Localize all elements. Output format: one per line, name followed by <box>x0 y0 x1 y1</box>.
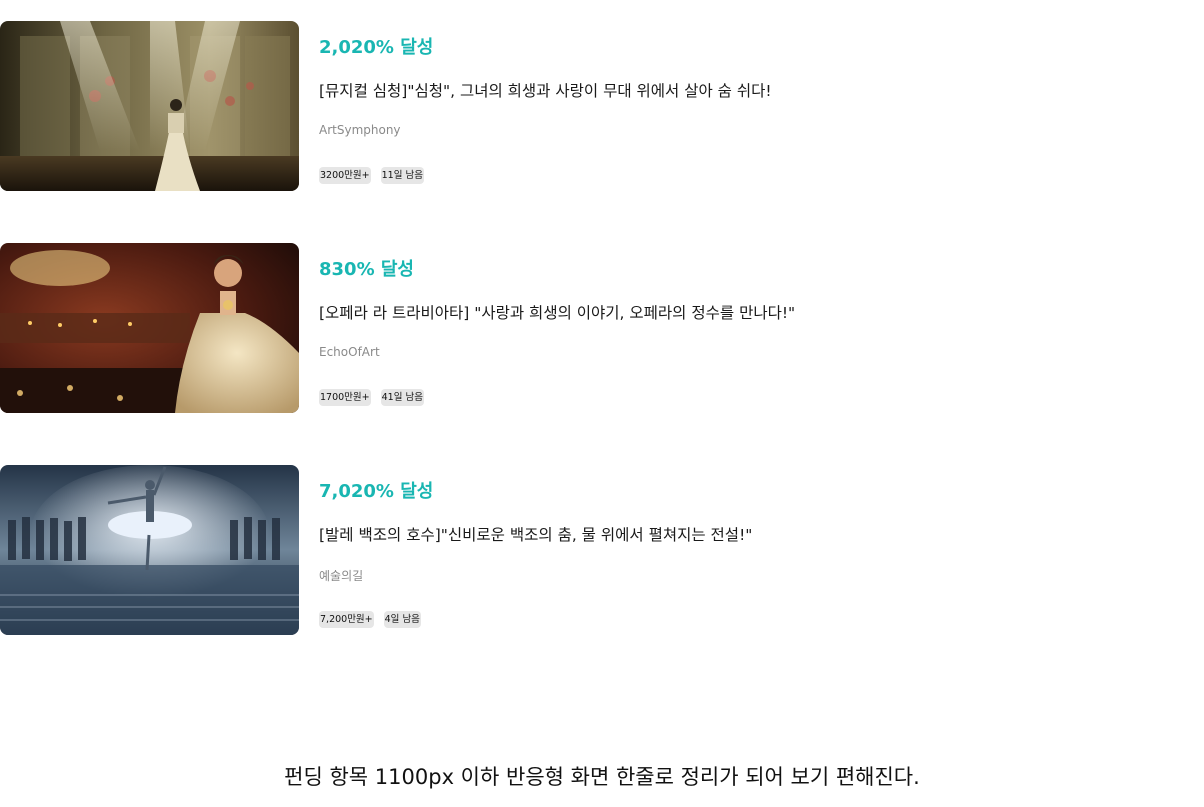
days-left-badge: 11일 남음 <box>380 167 424 184</box>
project-tags: 7,200만원+ 4일 남음 <box>319 611 421 629</box>
funding-card[interactable]: 830% 달성 [오페라 라 트라비아타] "사랑과 희생의 이야기, 오페라의… <box>0 243 1204 413</box>
musical-stage-image <box>0 21 299 191</box>
opera-stage-image <box>0 243 299 413</box>
achievement-rate: 7,020% 달성 <box>319 481 434 502</box>
project-title[interactable]: [뮤지컬 심청]"심청", 그녀의 희생과 사랑이 무대 위에서 살아 숨 쉬다… <box>319 79 772 101</box>
creator-name: EchoOfArt <box>319 345 380 359</box>
days-left-badge: 41일 남음 <box>380 389 424 406</box>
project-info: 2,020% 달성 [뮤지컬 심청]"심청", 그녀의 희생과 사랑이 무대 위… <box>319 21 1179 191</box>
project-thumbnail[interactable] <box>0 243 299 413</box>
days-left-badge: 4일 남음 <box>383 611 421 628</box>
page-caption: 펀딩 항목 1100px 이하 반응형 화면 한줄로 정리가 되어 보기 편해진… <box>284 765 920 789</box>
ballet-stage-image <box>0 465 299 635</box>
project-tags: 3200만원+ 11일 남음 <box>319 167 424 185</box>
project-title[interactable]: [발레 백조의 호수]"신비로운 백조의 춤, 물 위에서 펼쳐지는 전설!" <box>319 523 752 545</box>
amount-badge: 7,200만원+ <box>319 611 374 628</box>
achievement-rate: 2,020% 달성 <box>319 37 434 58</box>
project-tags: 1700만원+ 41일 남음 <box>319 389 424 407</box>
funding-card[interactable]: 2,020% 달성 [뮤지컬 심청]"심청", 그녀의 희생과 사랑이 무대 위… <box>0 21 1204 191</box>
project-title[interactable]: [오페라 라 트라비아타] "사랑과 희생의 이야기, 오페라의 정수를 만나다… <box>319 301 795 323</box>
amount-badge: 1700만원+ <box>319 389 371 406</box>
creator-name: ArtSymphony <box>319 123 401 137</box>
achievement-rate: 830% 달성 <box>319 259 414 280</box>
amount-badge: 3200만원+ <box>319 167 371 184</box>
funding-card[interactable]: 7,020% 달성 [발레 백조의 호수]"신비로운 백조의 춤, 물 위에서 … <box>0 465 1204 635</box>
creator-name: 예술의길 <box>319 569 364 583</box>
project-info: 830% 달성 [오페라 라 트라비아타] "사랑과 희생의 이야기, 오페라의… <box>319 243 1179 413</box>
project-thumbnail[interactable] <box>0 465 299 635</box>
project-info: 7,020% 달성 [발레 백조의 호수]"신비로운 백조의 춤, 물 위에서 … <box>319 465 1179 635</box>
project-thumbnail[interactable] <box>0 21 299 191</box>
